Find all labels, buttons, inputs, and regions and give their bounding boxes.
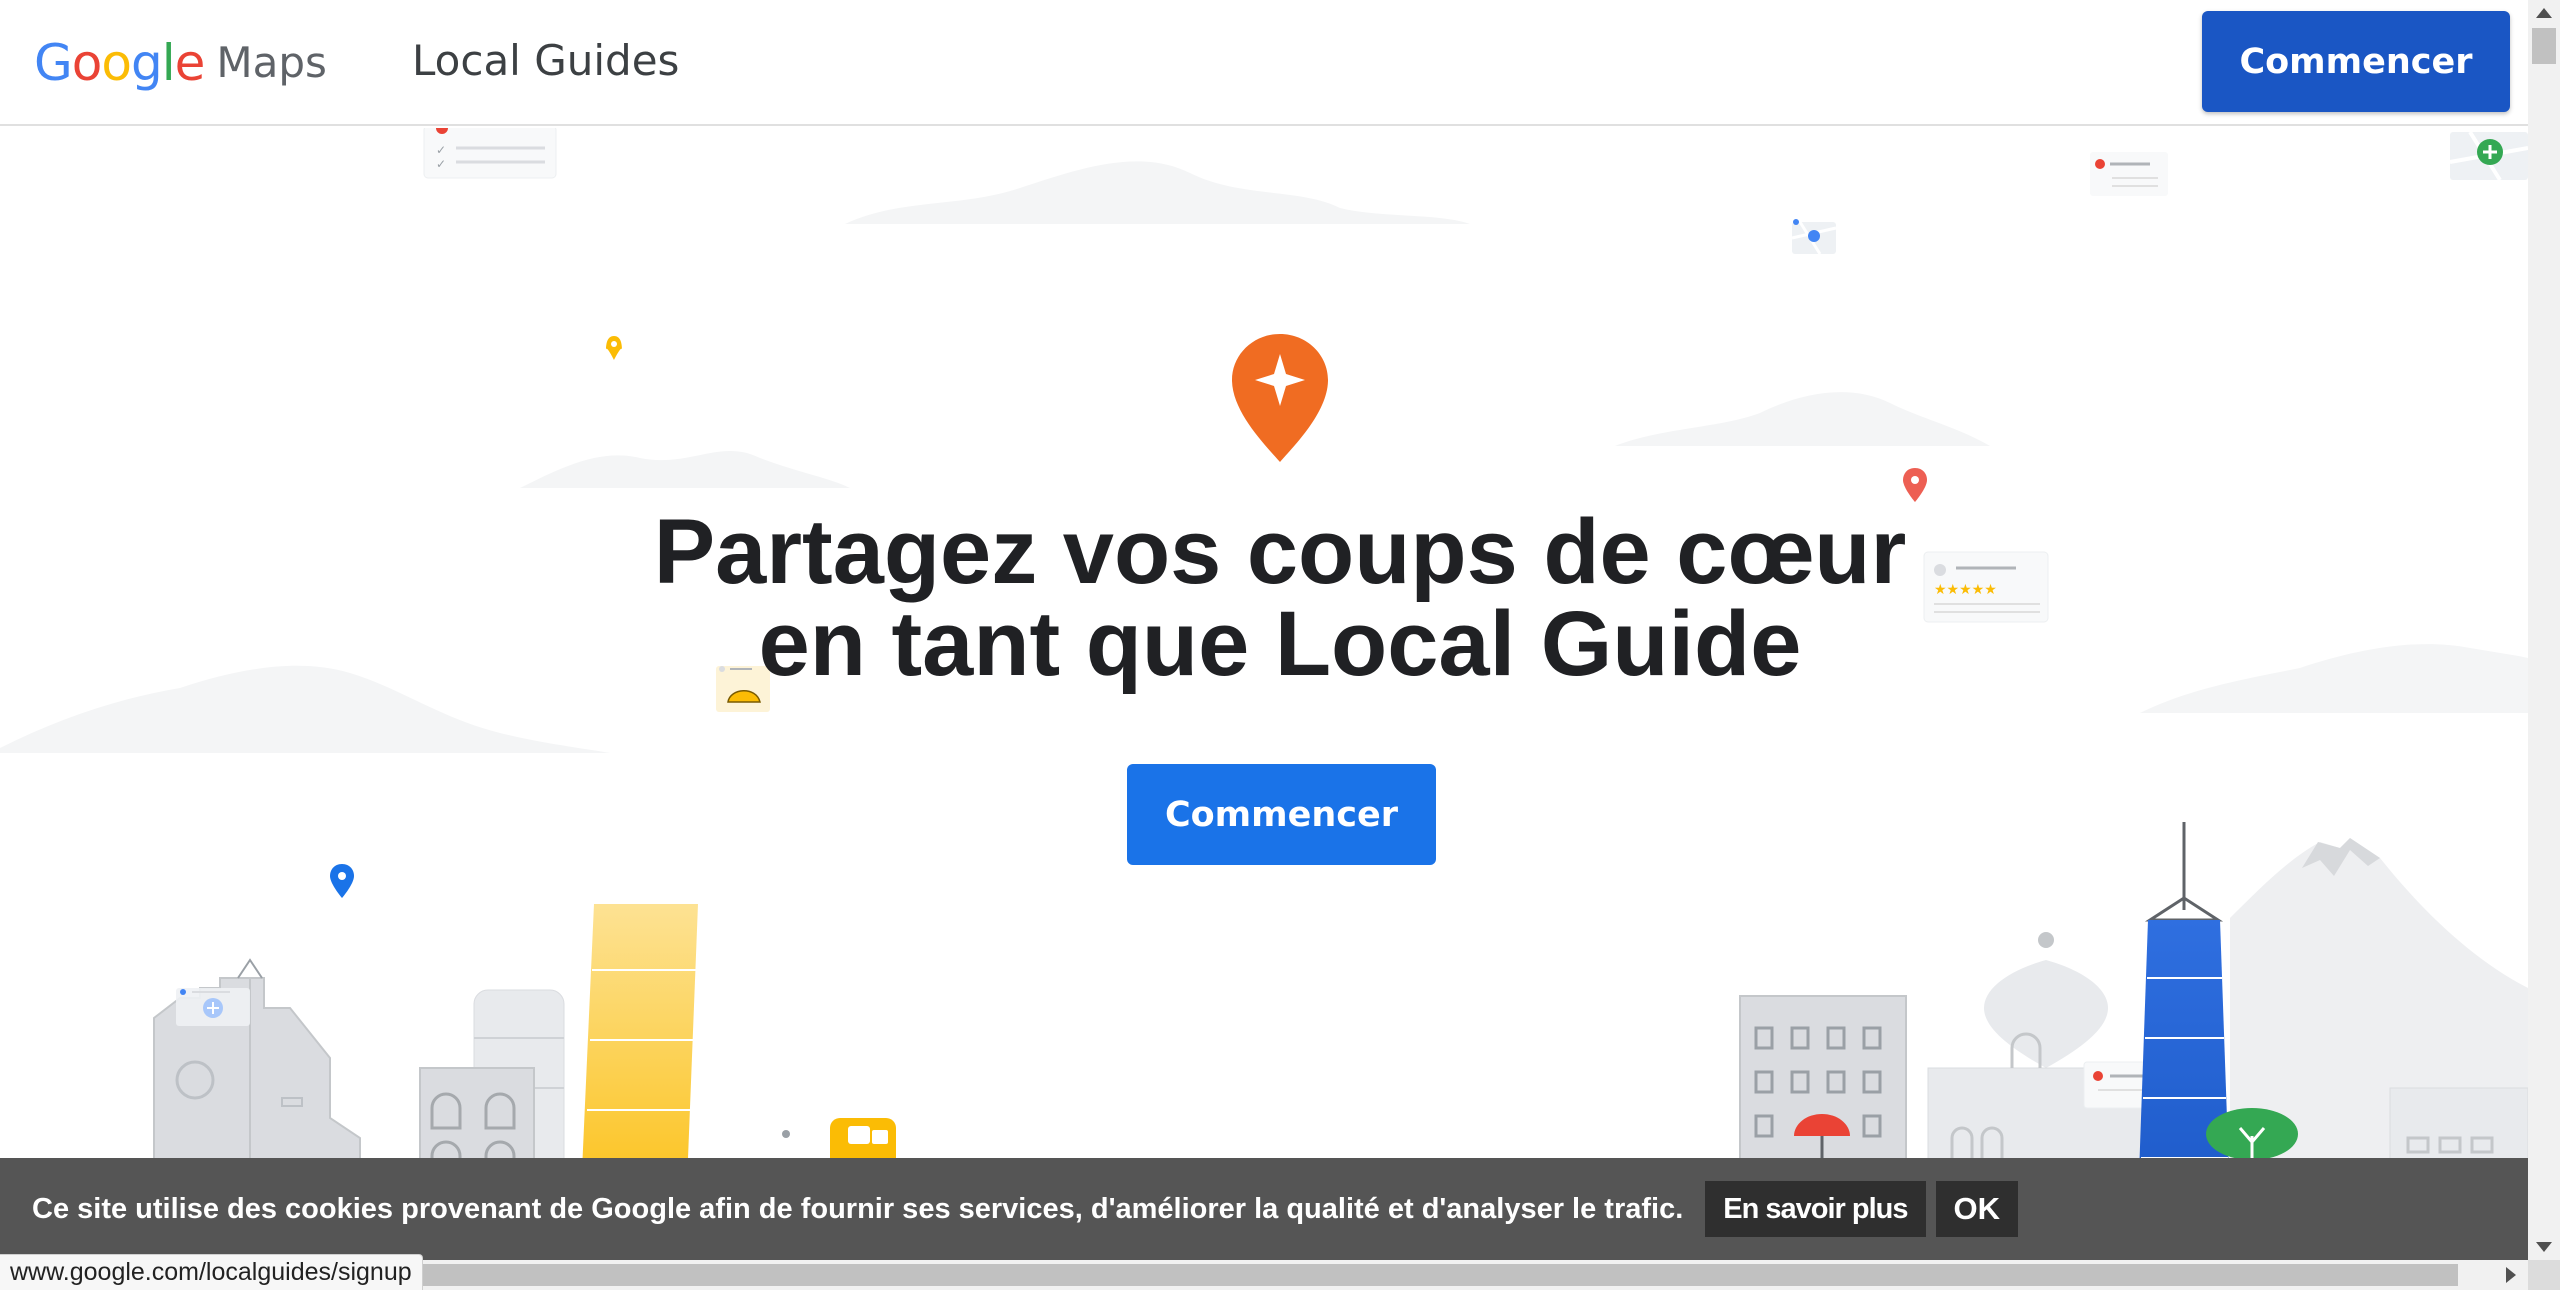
svg-text:✓: ✓ — [436, 157, 446, 171]
cookie-ok-button[interactable]: OK — [1935, 1181, 2019, 1237]
yellow-pin-dot — [611, 341, 617, 347]
logo-letter: l — [161, 34, 176, 92]
hero-title: Partagez vos coups de cœur en tant que L… — [580, 506, 1980, 690]
status-bar-url: www.google.com/localguides/signup — [0, 1254, 423, 1290]
top-checklist-card: ✓ ✓ — [423, 128, 557, 179]
logo-letter: e — [174, 34, 206, 92]
cookie-message: Ce site utilise des cookies provenant de… — [32, 1192, 1684, 1225]
hero-section: ✓ ✓ ★★★★★ Partagez vos coups de cœur en … — [0, 128, 2528, 1260]
maps-wordmark: Maps — [216, 38, 327, 87]
scroll-down-arrow-icon[interactable] — [2536, 1242, 2552, 1252]
hero-start-button[interactable]: Commencer — [1127, 764, 1436, 865]
scroll-right-arrow-icon[interactable] — [2506, 1267, 2516, 1283]
google-wordmark: Google — [34, 34, 206, 92]
horizontal-scroll-thumb[interactable] — [398, 1264, 2458, 1286]
cloud — [1615, 392, 1990, 446]
cloud — [0, 665, 610, 753]
top-header: Google Maps Local Guides Commencer — [0, 0, 2528, 126]
cookie-banner: Ce site utilise des cookies provenant de… — [0, 1158, 2528, 1260]
cloud — [2140, 644, 2528, 713]
logo-letter: o — [101, 34, 132, 92]
cookie-learn-more-button[interactable]: En savoir plus — [1705, 1181, 1926, 1237]
svg-text:✓: ✓ — [436, 143, 446, 157]
blue-pin-dot — [338, 872, 346, 880]
logo-letter: o — [71, 34, 103, 92]
map-tile-card — [1791, 219, 1837, 255]
google-maps-logo[interactable]: Google Maps — [34, 30, 327, 96]
vertical-scrollbar[interactable] — [2528, 0, 2560, 1260]
vertical-scroll-thumb[interactable] — [2532, 28, 2556, 64]
red-pin-dot — [1911, 476, 1919, 484]
hero-title-line-2: en tant que Local Guide — [758, 593, 1802, 695]
hero-title-line-1: Partagez vos coups de cœur — [653, 501, 1907, 603]
cloud — [520, 450, 850, 488]
scrollbar-corner — [2528, 1260, 2560, 1290]
yellow-pin-icon — [606, 336, 622, 360]
nav-local-guides[interactable]: Local Guides — [412, 36, 679, 85]
blue-pin-icon — [330, 864, 354, 898]
local-guides-badge-icon — [1232, 334, 1328, 462]
cloud — [845, 161, 1470, 224]
top-right-card — [2090, 152, 2168, 196]
logo-letter: G — [34, 34, 73, 92]
header-start-button[interactable]: Commencer — [2202, 11, 2510, 112]
red-pin-icon — [1903, 468, 1927, 502]
logo-letter: g — [130, 34, 163, 92]
map-tile-plus-card — [2449, 130, 2528, 182]
scroll-up-arrow-icon[interactable] — [2536, 8, 2552, 18]
